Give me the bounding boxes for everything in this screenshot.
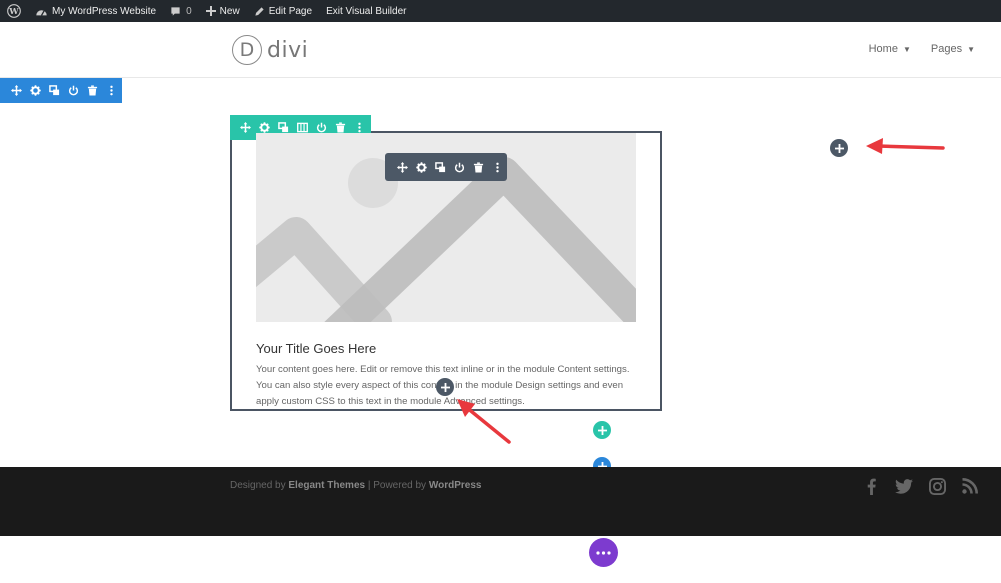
- edit-page-link[interactable]: Edit Page: [247, 0, 319, 22]
- nav-item-pages[interactable]: Pages ▼: [931, 43, 975, 55]
- svg-text:W: W: [8, 6, 19, 16]
- plus-icon: [440, 382, 450, 392]
- credits-wordpress-link[interactable]: WordPress: [429, 480, 482, 491]
- credits-mid: | Powered by: [365, 480, 429, 491]
- new-label: New: [219, 5, 240, 17]
- section-toolbar: [0, 78, 122, 103]
- chevron-down-icon: ▼: [967, 44, 975, 54]
- main-nav: Home ▼ Pages ▼: [849, 43, 975, 55]
- trash-icon[interactable]: [469, 158, 488, 177]
- nav-item-label: Home: [868, 43, 898, 55]
- logo-mark: D: [232, 35, 262, 65]
- arrow-icon: [866, 138, 945, 154]
- social-icons: [860, 477, 992, 495]
- gear-icon[interactable]: [412, 158, 431, 177]
- page-settings-button[interactable]: [589, 538, 618, 567]
- site-logo[interactable]: D divi: [232, 35, 308, 65]
- more-icon[interactable]: [102, 81, 121, 100]
- comments-count: 0: [186, 5, 192, 17]
- site-name-link[interactable]: My WordPress Website: [28, 0, 163, 22]
- credits-elegant-themes-link[interactable]: Elegant Themes: [288, 480, 365, 491]
- gear-icon[interactable]: [26, 81, 45, 100]
- dashboard-icon: [36, 9, 47, 16]
- more-horizontal-icon: [596, 550, 611, 555]
- footer-credits: Designed by Elegant Themes | Powered by …: [230, 480, 481, 491]
- wp-admin-bar: W My WordPress Website 0 New Edit Page E…: [0, 0, 1001, 22]
- comments-link[interactable]: 0: [163, 0, 199, 22]
- move-icon[interactable]: [7, 81, 26, 100]
- facebook-icon[interactable]: [860, 477, 882, 495]
- power-icon[interactable]: [64, 81, 83, 100]
- more-icon[interactable]: [488, 158, 507, 177]
- nav-item-label: Pages: [930, 43, 963, 55]
- exit-visual-builder-link[interactable]: Exit Visual Builder: [319, 0, 413, 22]
- edit-page-label: Edit Page: [268, 5, 313, 17]
- pencil-icon: [255, 6, 264, 16]
- duplicate-icon[interactable]: [45, 81, 64, 100]
- chevron-down-icon: ▼: [902, 44, 911, 54]
- trash-icon[interactable]: [83, 81, 102, 100]
- wordpress-logo-icon[interactable]: W: [0, 0, 28, 22]
- credits-prefix: Designed by: [230, 480, 289, 491]
- module-toolbar: [385, 153, 507, 181]
- plus-icon: [205, 6, 216, 16]
- nav-item-home[interactable]: Home ▼: [869, 43, 911, 55]
- move-icon[interactable]: [393, 158, 412, 177]
- comment-icon: [171, 6, 180, 16]
- add-row-button[interactable]: [593, 421, 611, 439]
- rss-icon[interactable]: [959, 477, 981, 495]
- power-icon[interactable]: [450, 158, 469, 177]
- plus-icon: [834, 143, 844, 153]
- site-header: D divi Home ▼ Pages ▼: [0, 22, 1001, 78]
- exit-visual-builder-label: Exit Visual Builder: [326, 5, 407, 17]
- add-module-button[interactable]: [436, 378, 454, 396]
- logo-wordmark: divi: [267, 37, 309, 63]
- plus-icon: [597, 425, 607, 435]
- new-content-link[interactable]: New: [199, 0, 247, 22]
- module-title[interactable]: Your Title Goes Here: [256, 341, 376, 356]
- site-footer: Designed by Elegant Themes | Powered by …: [0, 467, 1001, 536]
- twitter-icon[interactable]: [893, 477, 915, 495]
- add-column-module-button[interactable]: [830, 139, 848, 157]
- duplicate-icon[interactable]: [431, 158, 450, 177]
- instagram-icon[interactable]: [926, 477, 948, 495]
- move-icon[interactable]: [236, 118, 255, 137]
- site-name-label: My WordPress Website: [52, 5, 157, 17]
